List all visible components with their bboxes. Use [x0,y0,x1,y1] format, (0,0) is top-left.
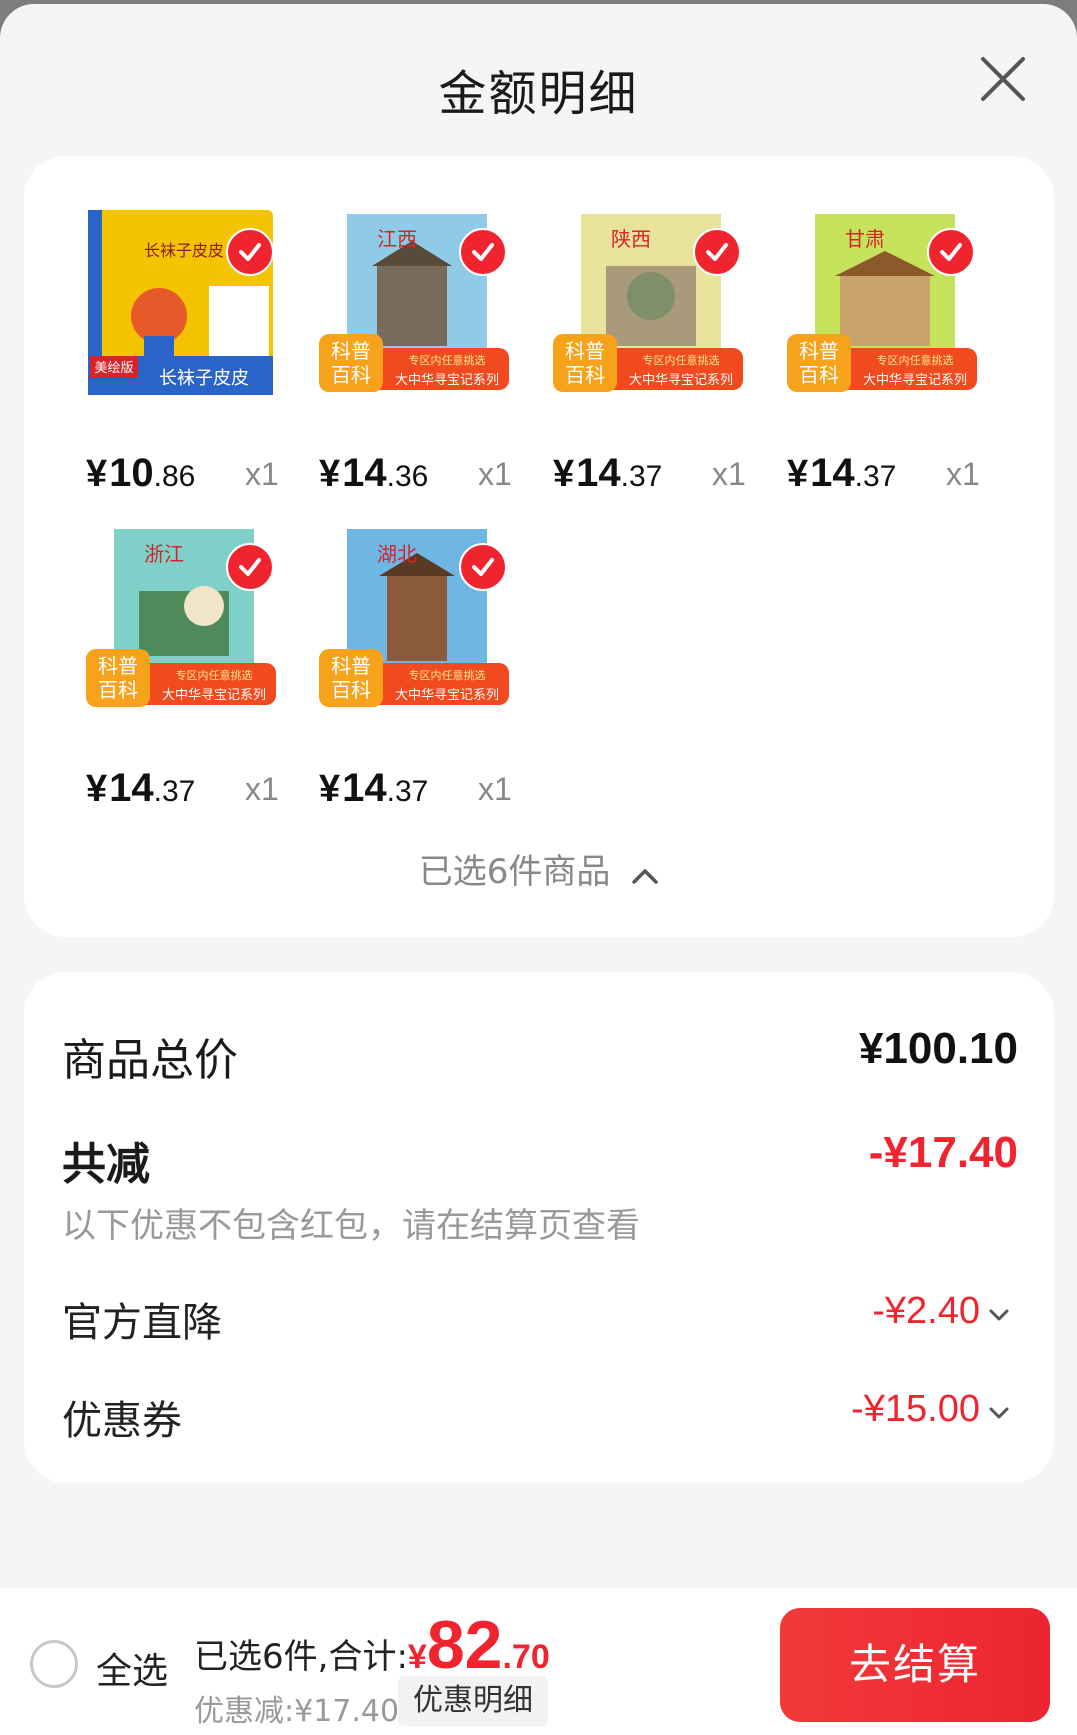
price-summary-card: 商品总价 ¥100.10 共减 -¥17.40 以下优惠不包含红包，请在结算页查… [24,972,1054,1483]
product-item[interactable]: 湖北 科普 百科 专区内任意挑选 大中华寻宝记系列 ¥14.37 x1 [317,521,532,831]
total-reduction-value: -¥17.40 [868,1128,1018,1177]
series-name: 大中华寻宝记系列 [395,688,499,703]
item-price: ¥14.37 [319,766,429,810]
official-discount-label: 官方直降 [62,1300,222,1346]
series-name: 大中华寻宝记系列 [629,373,733,388]
sheet-title: 金额明细 [438,66,639,122]
item-price: ¥10.86 [86,451,196,495]
order-total: 已选6件,合计:¥82.70 [194,1607,550,1683]
order-total-amount: 82 [426,1607,503,1683]
cover-title: 湖北 [377,542,417,566]
selected-check-icon[interactable] [459,543,507,591]
cover-title: 甘肃 [845,227,885,251]
series-tag: 专区内任意挑选 [643,353,720,367]
cover-title: 陕西 [611,227,651,251]
series-badge: 科普 [98,654,138,678]
product-item[interactable]: 陕西 科普 百科 专区内任意挑选 大中华寻宝记系列 ¥14.37 x1 [551,206,766,516]
item-price: ¥14.36 [319,451,429,495]
series-badge: 百科 [331,678,371,702]
discount-note: 以下优惠不包含红包，请在结算页查看 [62,1206,640,1246]
series-badge: 百科 [565,363,605,387]
product-item[interactable]: 江西 科普 百科 专区内任意挑选 大中华寻宝记系列 ¥14.36 x1 [317,206,532,516]
order-discount: 优惠减:¥17.40 [194,1694,400,1729]
select-all-radio[interactable] [30,1640,78,1688]
item-quantity: x1 [478,456,512,492]
cover-badge: 美绘版 [94,361,133,376]
series-badge: 科普 [799,339,839,363]
series-name: 大中华寻宝记系列 [863,373,967,388]
selected-items-label: 已选6件商品 [418,852,611,892]
series-tag: 专区内任意挑选 [176,668,253,682]
series-badge: 百科 [331,363,371,387]
item-quantity: x1 [478,771,512,807]
order-total-label: 已选6件,合计: [194,1637,408,1677]
product-item[interactable]: 浙江 科普 百科 专区内任意挑选 大中华寻宝记系列 ¥14.37 x1 [84,521,299,831]
item-quantity: x1 [245,456,279,492]
coupon-label: 优惠券 [62,1398,182,1444]
cover-footer: 长袜子皮皮 [159,368,249,389]
checkout-bar: 全选 已选6件,合计:¥82.70 优惠减:¥17.40 优惠明细 去结算 [0,1588,1077,1735]
select-all-label[interactable]: 全选 [96,1642,168,1694]
official-discount-value: -¥2.40 [872,1290,980,1332]
cover-title: 长袜子皮皮 [144,241,224,260]
coupon-row[interactable]: 优惠券 -¥15.00 [62,1388,1010,1444]
series-tag: 专区内任意挑选 [877,353,954,367]
total-reduction-row: 共减 -¥17.40 [62,1128,1018,1190]
item-quantity: x1 [712,456,746,492]
close-icon[interactable] [978,54,1028,104]
product-item[interactable]: 甘肃 科普 百科 专区内任意挑选 大中华寻宝记系列 ¥14.37 x1 [785,206,1000,516]
series-badge: 百科 [98,678,138,702]
selected-check-icon[interactable] [927,228,975,276]
discount-detail-button[interactable]: 优惠明细 [398,1676,548,1726]
amount-detail-sheet: 金额明细 长袜子皮皮 美绘版 长袜子皮皮 ¥10.86 x1 江西 科普 百科 … [0,4,1077,1735]
series-badge: 百科 [799,363,839,387]
total-price-row: 商品总价 ¥100.10 [62,1024,1018,1086]
total-reduction-label: 共减 [62,1139,150,1190]
official-discount-row[interactable]: 官方直降 -¥2.40 [62,1290,1010,1346]
selected-items-toggle[interactable]: 已选6件商品 [24,844,1054,894]
series-tag: 专区内任意挑选 [409,668,486,682]
item-quantity: x1 [946,456,980,492]
chevron-down-icon [989,1309,1009,1321]
item-quantity: x1 [245,771,279,807]
total-price-label: 商品总价 [62,1035,238,1086]
item-price: ¥14.37 [86,766,196,810]
item-price: ¥14.37 [553,451,663,495]
checkout-button[interactable]: 去结算 [780,1608,1050,1722]
series-badge: 科普 [565,339,605,363]
total-price-value: ¥100.10 [858,1024,1018,1073]
selected-check-icon[interactable] [693,228,741,276]
chevron-up-icon [631,854,659,894]
selected-check-icon[interactable] [226,543,274,591]
product-item[interactable]: 长袜子皮皮 美绘版 长袜子皮皮 ¥10.86 x1 [84,206,299,516]
selected-check-icon[interactable] [226,228,274,276]
series-name: 大中华寻宝记系列 [162,688,266,703]
series-badge: 科普 [331,654,371,678]
item-price: ¥14.37 [787,451,897,495]
coupon-value: -¥15.00 [851,1388,980,1430]
selected-items-card: 长袜子皮皮 美绘版 长袜子皮皮 ¥10.86 x1 江西 科普 百科 专区内任意… [24,156,1054,937]
cover-title: 江西 [377,227,417,251]
series-name: 大中华寻宝记系列 [395,373,499,388]
chevron-down-icon [989,1407,1009,1419]
series-tag: 专区内任意挑选 [409,353,486,367]
series-badge: 科普 [331,339,371,363]
cover-title: 浙江 [144,542,184,566]
selected-check-icon[interactable] [459,228,507,276]
